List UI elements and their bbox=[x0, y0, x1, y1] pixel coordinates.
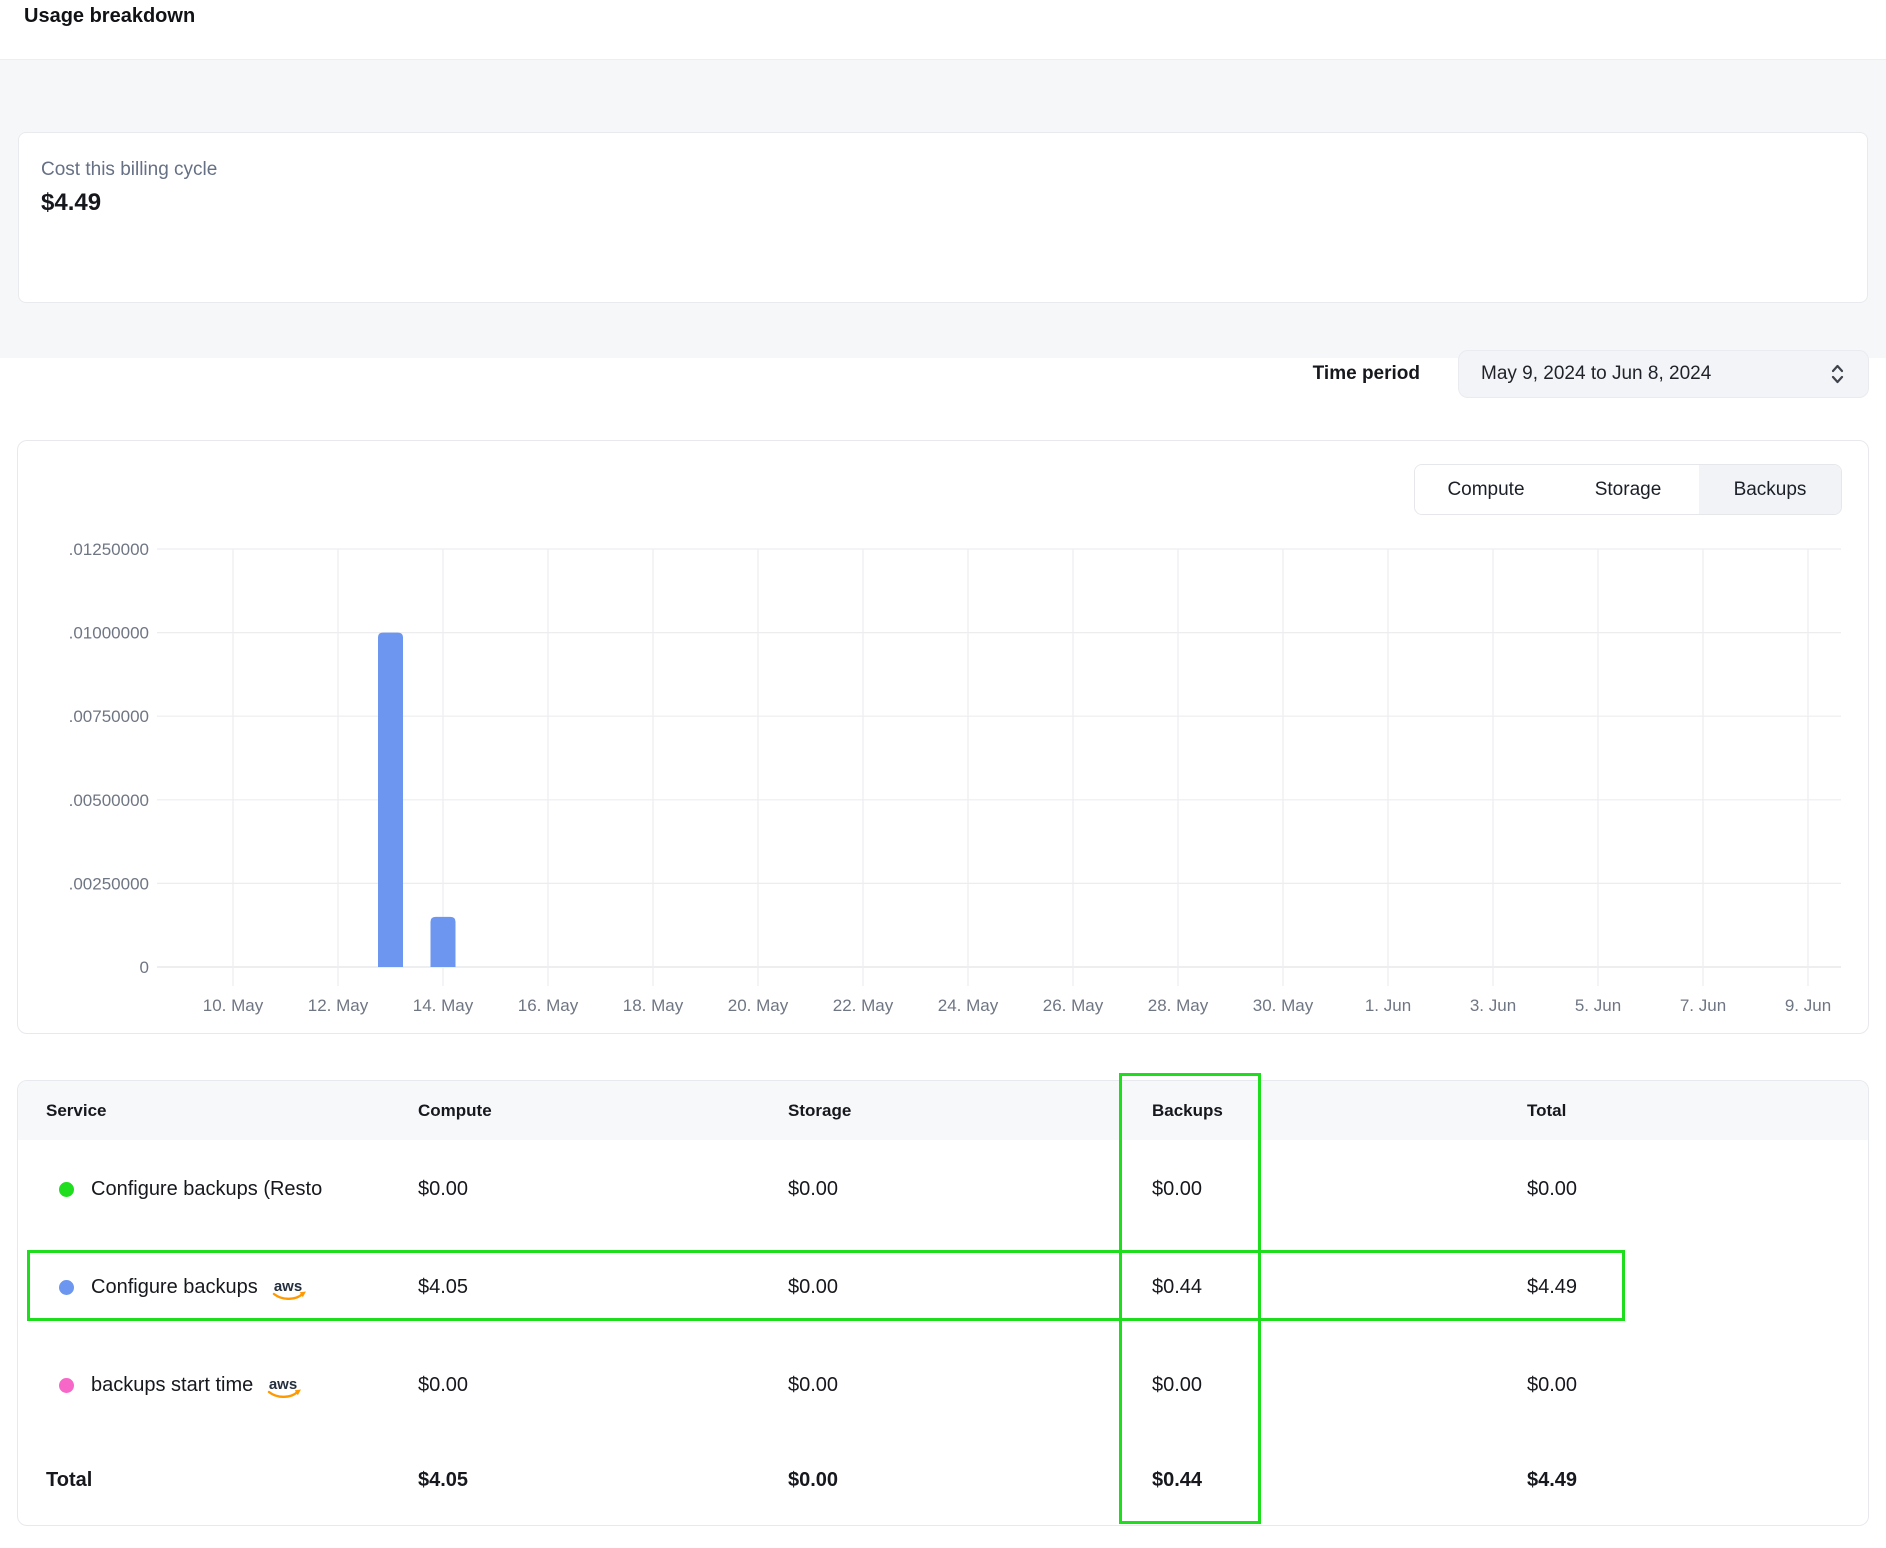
x-tick-label: 7. Jun bbox=[1680, 996, 1726, 1015]
cost-label: Cost this billing cycle bbox=[41, 159, 217, 181]
usage-table-card: Service Compute Storage Backups Total Co… bbox=[17, 1080, 1869, 1526]
time-period-value: May 9, 2024 to Jun 8, 2024 bbox=[1481, 363, 1711, 385]
storage-cost: $0.00 bbox=[788, 1178, 1152, 1201]
tab-compute[interactable]: Compute bbox=[1415, 465, 1557, 514]
column-header-compute: Compute bbox=[418, 1101, 788, 1121]
tab-backups[interactable]: Backups bbox=[1699, 465, 1841, 514]
usage-type-tabs: Compute Storage Backups bbox=[1414, 464, 1842, 515]
x-tick-label: 5. Jun bbox=[1575, 996, 1621, 1015]
x-tick-label: 16. May bbox=[518, 996, 579, 1015]
x-tick-label: 3. Jun bbox=[1470, 996, 1516, 1015]
aws-logo-icon: aws bbox=[270, 1278, 307, 1300]
usage-breakdown-page: Usage breakdown Cost this billing cycle … bbox=[0, 0, 1886, 1548]
compute-cost: $4.05 bbox=[418, 1276, 788, 1299]
table-total-row: Total $4.05 $0.00 $0.44 $4.49 bbox=[18, 1434, 1868, 1526]
x-tick-label: 22. May bbox=[833, 996, 894, 1015]
grand-total: $4.49 bbox=[1527, 1469, 1868, 1492]
y-tick-label: .01250000 bbox=[69, 540, 149, 559]
storage-total: $0.00 bbox=[788, 1469, 1152, 1492]
x-tick-label: 12. May bbox=[308, 996, 369, 1015]
storage-cost: $0.00 bbox=[788, 1276, 1152, 1299]
billing-summary-band: Cost this billing cycle $4.49 bbox=[0, 59, 1886, 358]
select-updown-chevron-icon bbox=[1829, 362, 1846, 386]
x-tick-label: 30. May bbox=[1253, 996, 1314, 1015]
compute-cost: $0.00 bbox=[418, 1178, 788, 1201]
chart-bar-13-may[interactable] bbox=[378, 633, 403, 967]
column-header-service: Service bbox=[18, 1101, 418, 1121]
total-cost: $0.00 bbox=[1527, 1374, 1868, 1397]
chart-bar-14-may[interactable] bbox=[431, 917, 456, 967]
column-header-storage: Storage bbox=[788, 1101, 1152, 1121]
total-cost: $4.49 bbox=[1527, 1276, 1868, 1299]
service-name: Configure backups (Resto bbox=[91, 1178, 322, 1201]
time-period-select[interactable]: May 9, 2024 to Jun 8, 2024 bbox=[1458, 350, 1869, 398]
x-tick-label: 14. May bbox=[413, 996, 474, 1015]
y-tick-label: 0 bbox=[140, 958, 149, 977]
service-name: Configure backups bbox=[91, 1276, 258, 1299]
total-label: Total bbox=[18, 1469, 418, 1492]
table-row-configure-backups: Configure backups aws $4.05 $0.00 $0.44 … bbox=[18, 1238, 1868, 1336]
page-title: Usage breakdown bbox=[24, 5, 195, 28]
backups-cost: $0.00 bbox=[1152, 1178, 1527, 1201]
x-tick-label: 1. Jun bbox=[1365, 996, 1411, 1015]
x-tick-label: 9. Jun bbox=[1785, 996, 1831, 1015]
backups-cost: $0.44 bbox=[1152, 1276, 1527, 1299]
series-dot-blue bbox=[59, 1280, 74, 1295]
x-tick-label: 28. May bbox=[1148, 996, 1209, 1015]
svg-text:aws: aws bbox=[274, 1278, 302, 1295]
x-tick-label: 10. May bbox=[203, 996, 264, 1015]
table-header-row: Service Compute Storage Backups Total bbox=[18, 1081, 1868, 1140]
svg-text:aws: aws bbox=[269, 1376, 297, 1393]
table-row-backups-start-time: backups start time aws $0.00 $0.00 $0.00… bbox=[18, 1336, 1868, 1434]
backups-total: $0.44 bbox=[1152, 1469, 1527, 1492]
series-dot-pink bbox=[59, 1378, 74, 1393]
y-tick-label: .01000000 bbox=[69, 624, 149, 643]
usage-bar-chart: 0 .00250000 .00500000 .00750000 .01000000 .01… bbox=[18, 441, 1870, 1035]
y-tick-label: .00750000 bbox=[69, 707, 149, 726]
cost-amount: $4.49 bbox=[41, 189, 101, 217]
time-period-row: Time period May 9, 2024 to Jun 8, 2024 bbox=[1313, 350, 1869, 398]
y-tick-label: .00500000 bbox=[69, 791, 149, 810]
storage-cost: $0.00 bbox=[788, 1374, 1152, 1397]
aws-logo-icon: aws bbox=[265, 1376, 302, 1398]
y-tick-label: .00250000 bbox=[69, 874, 149, 893]
column-header-total: Total bbox=[1527, 1101, 1868, 1121]
time-period-label: Time period bbox=[1313, 363, 1420, 385]
usage-chart-card: Compute Storage Backups 0 .00250000 .00500… bbox=[17, 440, 1869, 1034]
compute-cost: $0.00 bbox=[418, 1374, 788, 1397]
total-cost: $0.00 bbox=[1527, 1178, 1868, 1201]
compute-total: $4.05 bbox=[418, 1469, 788, 1492]
series-dot-green bbox=[59, 1182, 74, 1197]
table-row-configure-backups-restore: Configure backups (Resto $0.00 $0.00 $0.… bbox=[18, 1140, 1868, 1238]
billing-cycle-cost-card: Cost this billing cycle $4.49 bbox=[18, 132, 1868, 303]
x-tick-label: 20. May bbox=[728, 996, 789, 1015]
service-name: backups start time bbox=[91, 1374, 253, 1397]
x-tick-label: 26. May bbox=[1043, 996, 1104, 1015]
column-header-backups: Backups bbox=[1152, 1101, 1527, 1121]
backups-cost: $0.00 bbox=[1152, 1374, 1527, 1397]
x-tick-label: 24. May bbox=[938, 996, 999, 1015]
tab-storage[interactable]: Storage bbox=[1557, 465, 1699, 514]
x-tick-label: 18. May bbox=[623, 996, 684, 1015]
